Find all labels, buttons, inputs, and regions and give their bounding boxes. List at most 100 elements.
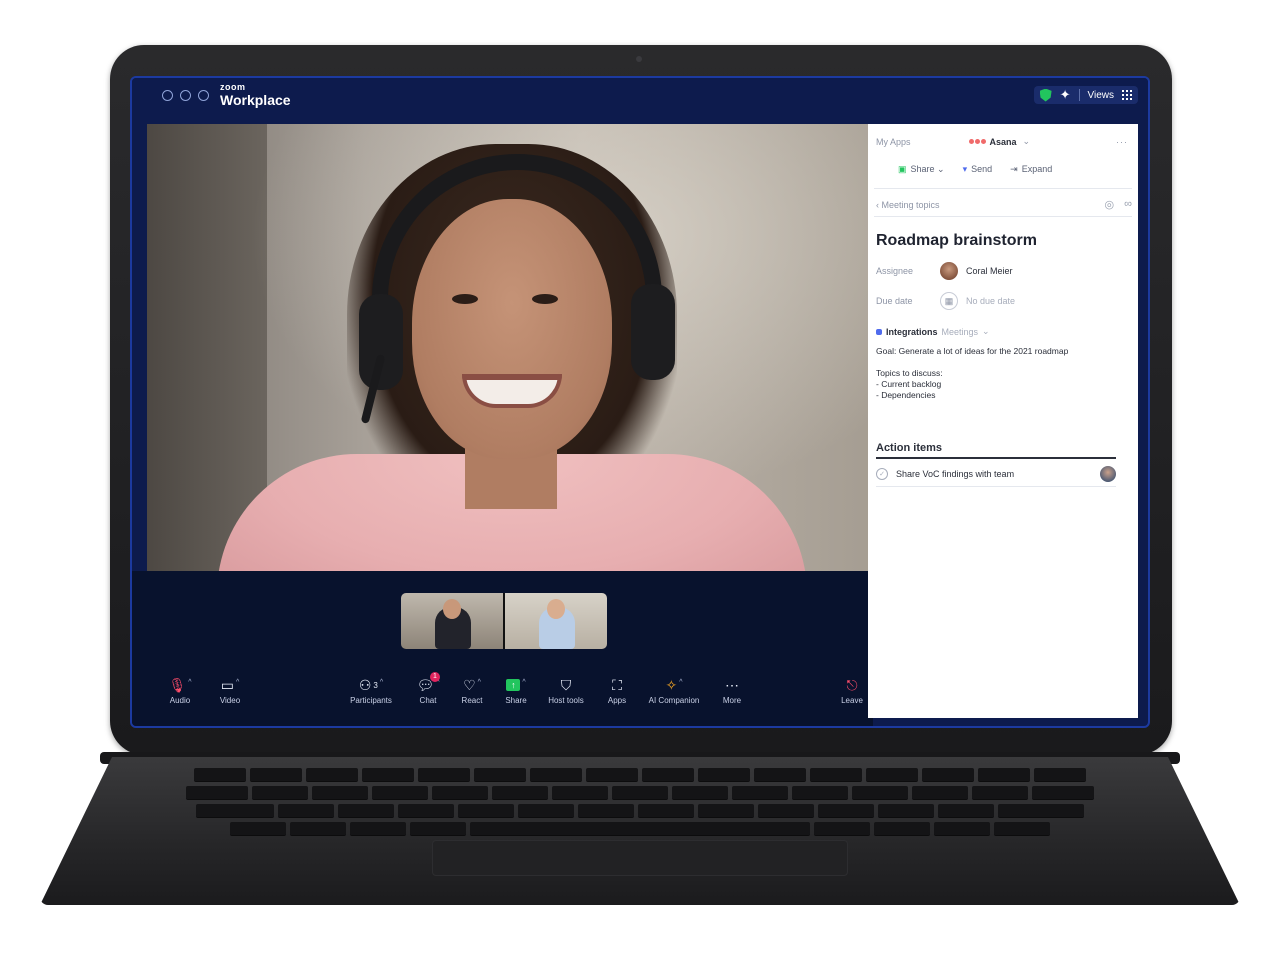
assignee-row: Assignee Coral Meier (876, 262, 1013, 280)
camera-icon: ▭ (220, 676, 234, 693)
share-icon: ▣ (898, 164, 907, 174)
apps-panel: My Apps Asana ⌄ ··· ▣ Share ⌄ ▾ Send ⇥ Expa… (868, 124, 1138, 718)
video-label: Video (219, 696, 241, 705)
ai-companion-button[interactable]: ✧ ^ AI Companion (642, 674, 706, 706)
brand-title: Workplace (220, 92, 291, 108)
app-switcher[interactable]: Asana (990, 137, 1017, 147)
participants-button[interactable]: ⚇ 3 ^ Participants (339, 674, 403, 706)
brand-small: zoom (220, 82, 246, 92)
share-screen-icon: ↑ (506, 679, 521, 691)
participants-label: Participants (350, 696, 392, 705)
ai-companion-label: AI Companion (648, 696, 700, 705)
send-action[interactable]: ▾ Send (963, 164, 993, 175)
check-circle-icon[interactable]: ◎ (1105, 198, 1115, 211)
panel-header: My Apps Asana ⌄ ··· (876, 136, 1128, 147)
participant-head (443, 599, 461, 619)
due-date-value[interactable]: No due date (966, 296, 1015, 306)
window-minimize-button[interactable] (180, 90, 191, 101)
apps-icon: ⛶ (612, 676, 622, 693)
participant-thumbnail[interactable] (505, 593, 607, 649)
check-circle-icon[interactable]: ✓ (876, 468, 888, 480)
chevron-down-icon: ⌄ (982, 326, 990, 336)
keyboard-keys (100, 768, 1180, 838)
participant-thumbnails (401, 593, 607, 649)
host-shield-icon: ⛉ (560, 676, 572, 693)
mic-muted-icon: 🎙︎ (168, 676, 187, 693)
leave-icon: ⎋ (846, 676, 858, 693)
due-date-row: Due date ▦ No due date (876, 292, 1015, 310)
share-action-label: Share (910, 164, 935, 174)
zoom-window: zoom Workplace ✦ Views 🎙︎ ^ Audio ▭ ^ Vi… (130, 76, 1150, 728)
send-action-label: Send (971, 164, 993, 174)
meeting-toolbar: 🎙︎ ^ Audio ▭ ^ Video ⚇ 3 ^ Participants 💬︎ 1 ^… (132, 672, 873, 726)
views-button[interactable]: Views (1088, 90, 1115, 101)
window-close-button[interactable] (162, 90, 173, 101)
more-label: More (722, 696, 742, 705)
participants-icon: ⚇ (358, 676, 372, 693)
expand-icon: ⇥ (1010, 164, 1018, 174)
share-action[interactable]: ▣ Share ⌄ (898, 164, 945, 175)
speaker-video[interactable] (147, 124, 873, 571)
chevron-up-icon[interactable]: ^ (380, 679, 383, 686)
headset-earcup-right (631, 284, 675, 380)
trackpad[interactable] (432, 840, 848, 876)
pill-divider (1078, 89, 1080, 101)
chat-badge: 1 (430, 672, 440, 682)
project-name: Integrations (886, 326, 938, 337)
project-tag[interactable]: Integrations Meetings ⌄ (876, 326, 990, 337)
assignee-label: Assignee (876, 266, 914, 276)
chevron-up-icon[interactable]: ^ (679, 679, 682, 686)
window-maximize-button[interactable] (198, 90, 209, 101)
heart-icon: ♡ (463, 676, 476, 693)
subtask-label: Share VoC findings with team (896, 469, 1015, 479)
chevron-up-icon[interactable]: ^ (236, 679, 239, 686)
asana-logo-icon (968, 139, 986, 144)
task-title[interactable]: Roadmap brainstorm (876, 232, 1037, 250)
panel-divider (874, 188, 1132, 189)
assignee-name[interactable]: Coral Meier (966, 266, 1013, 276)
expand-action-label: Expand (1021, 164, 1053, 174)
participant-head (547, 599, 565, 619)
participants-count: 3 (373, 680, 378, 690)
panel-actions: ▣ Share ⌄ ▾ Send ⇥ Expand (898, 164, 1052, 175)
avatar (940, 262, 958, 280)
breadcrumb-label: Meeting topics (881, 200, 940, 210)
link-icon[interactable]: ∞ (1124, 198, 1132, 211)
breadcrumb[interactable]: ‹ Meeting topics (876, 200, 940, 210)
more-icon: ⋯ (725, 676, 739, 693)
apps-label: Apps (607, 696, 627, 705)
grid-icon[interactable] (1122, 90, 1132, 100)
headset-earcup-left (359, 294, 403, 390)
subtask-row[interactable]: ✓ Share VoC findings with team (876, 466, 1116, 482)
due-date-label: Due date (876, 296, 913, 306)
send-icon: ▾ (962, 164, 968, 174)
task-description[interactable]: Goal: Generate a lot of ideas for the 20… (876, 346, 1076, 401)
task-actions: ◎ ∞ (1105, 198, 1132, 211)
action-items-heading: Action items (876, 442, 943, 454)
participant-thumbnail[interactable] (401, 593, 503, 649)
apps-button[interactable]: ⛶ Apps (585, 674, 649, 706)
more-button[interactable]: ⋯ More (700, 674, 764, 706)
title-bar: zoom Workplace ✦ Views (132, 78, 1148, 124)
sparkle-icon[interactable]: ✦ (1060, 87, 1071, 103)
my-apps-link[interactable]: My Apps (876, 137, 911, 147)
section-underline (876, 457, 1116, 459)
chevron-up-icon[interactable]: ^ (522, 679, 525, 686)
chevron-down-icon[interactable]: ⌄ (1023, 136, 1031, 147)
zoom-workplace-logo: zoom Workplace (220, 82, 291, 108)
avatar (1100, 466, 1116, 482)
webcam (636, 56, 642, 62)
video-button[interactable]: ▭ ^ Video (198, 674, 262, 706)
sparkle-ai-icon: ✧ (665, 676, 678, 693)
project-section: Meetings (941, 326, 979, 337)
project-color-dot (876, 328, 882, 335)
calendar-icon[interactable]: ▦ (940, 292, 958, 310)
shield-icon[interactable] (1039, 88, 1052, 102)
expand-action[interactable]: ⇥ Expand (1010, 164, 1052, 175)
more-icon[interactable]: ··· (1116, 137, 1128, 147)
chevron-up-icon[interactable]: ^ (478, 679, 481, 686)
subtask-divider (876, 486, 1116, 487)
chevron-up-icon[interactable]: ^ (188, 679, 191, 686)
views-pill: ✦ Views (1033, 86, 1138, 104)
panel-divider (874, 216, 1132, 217)
